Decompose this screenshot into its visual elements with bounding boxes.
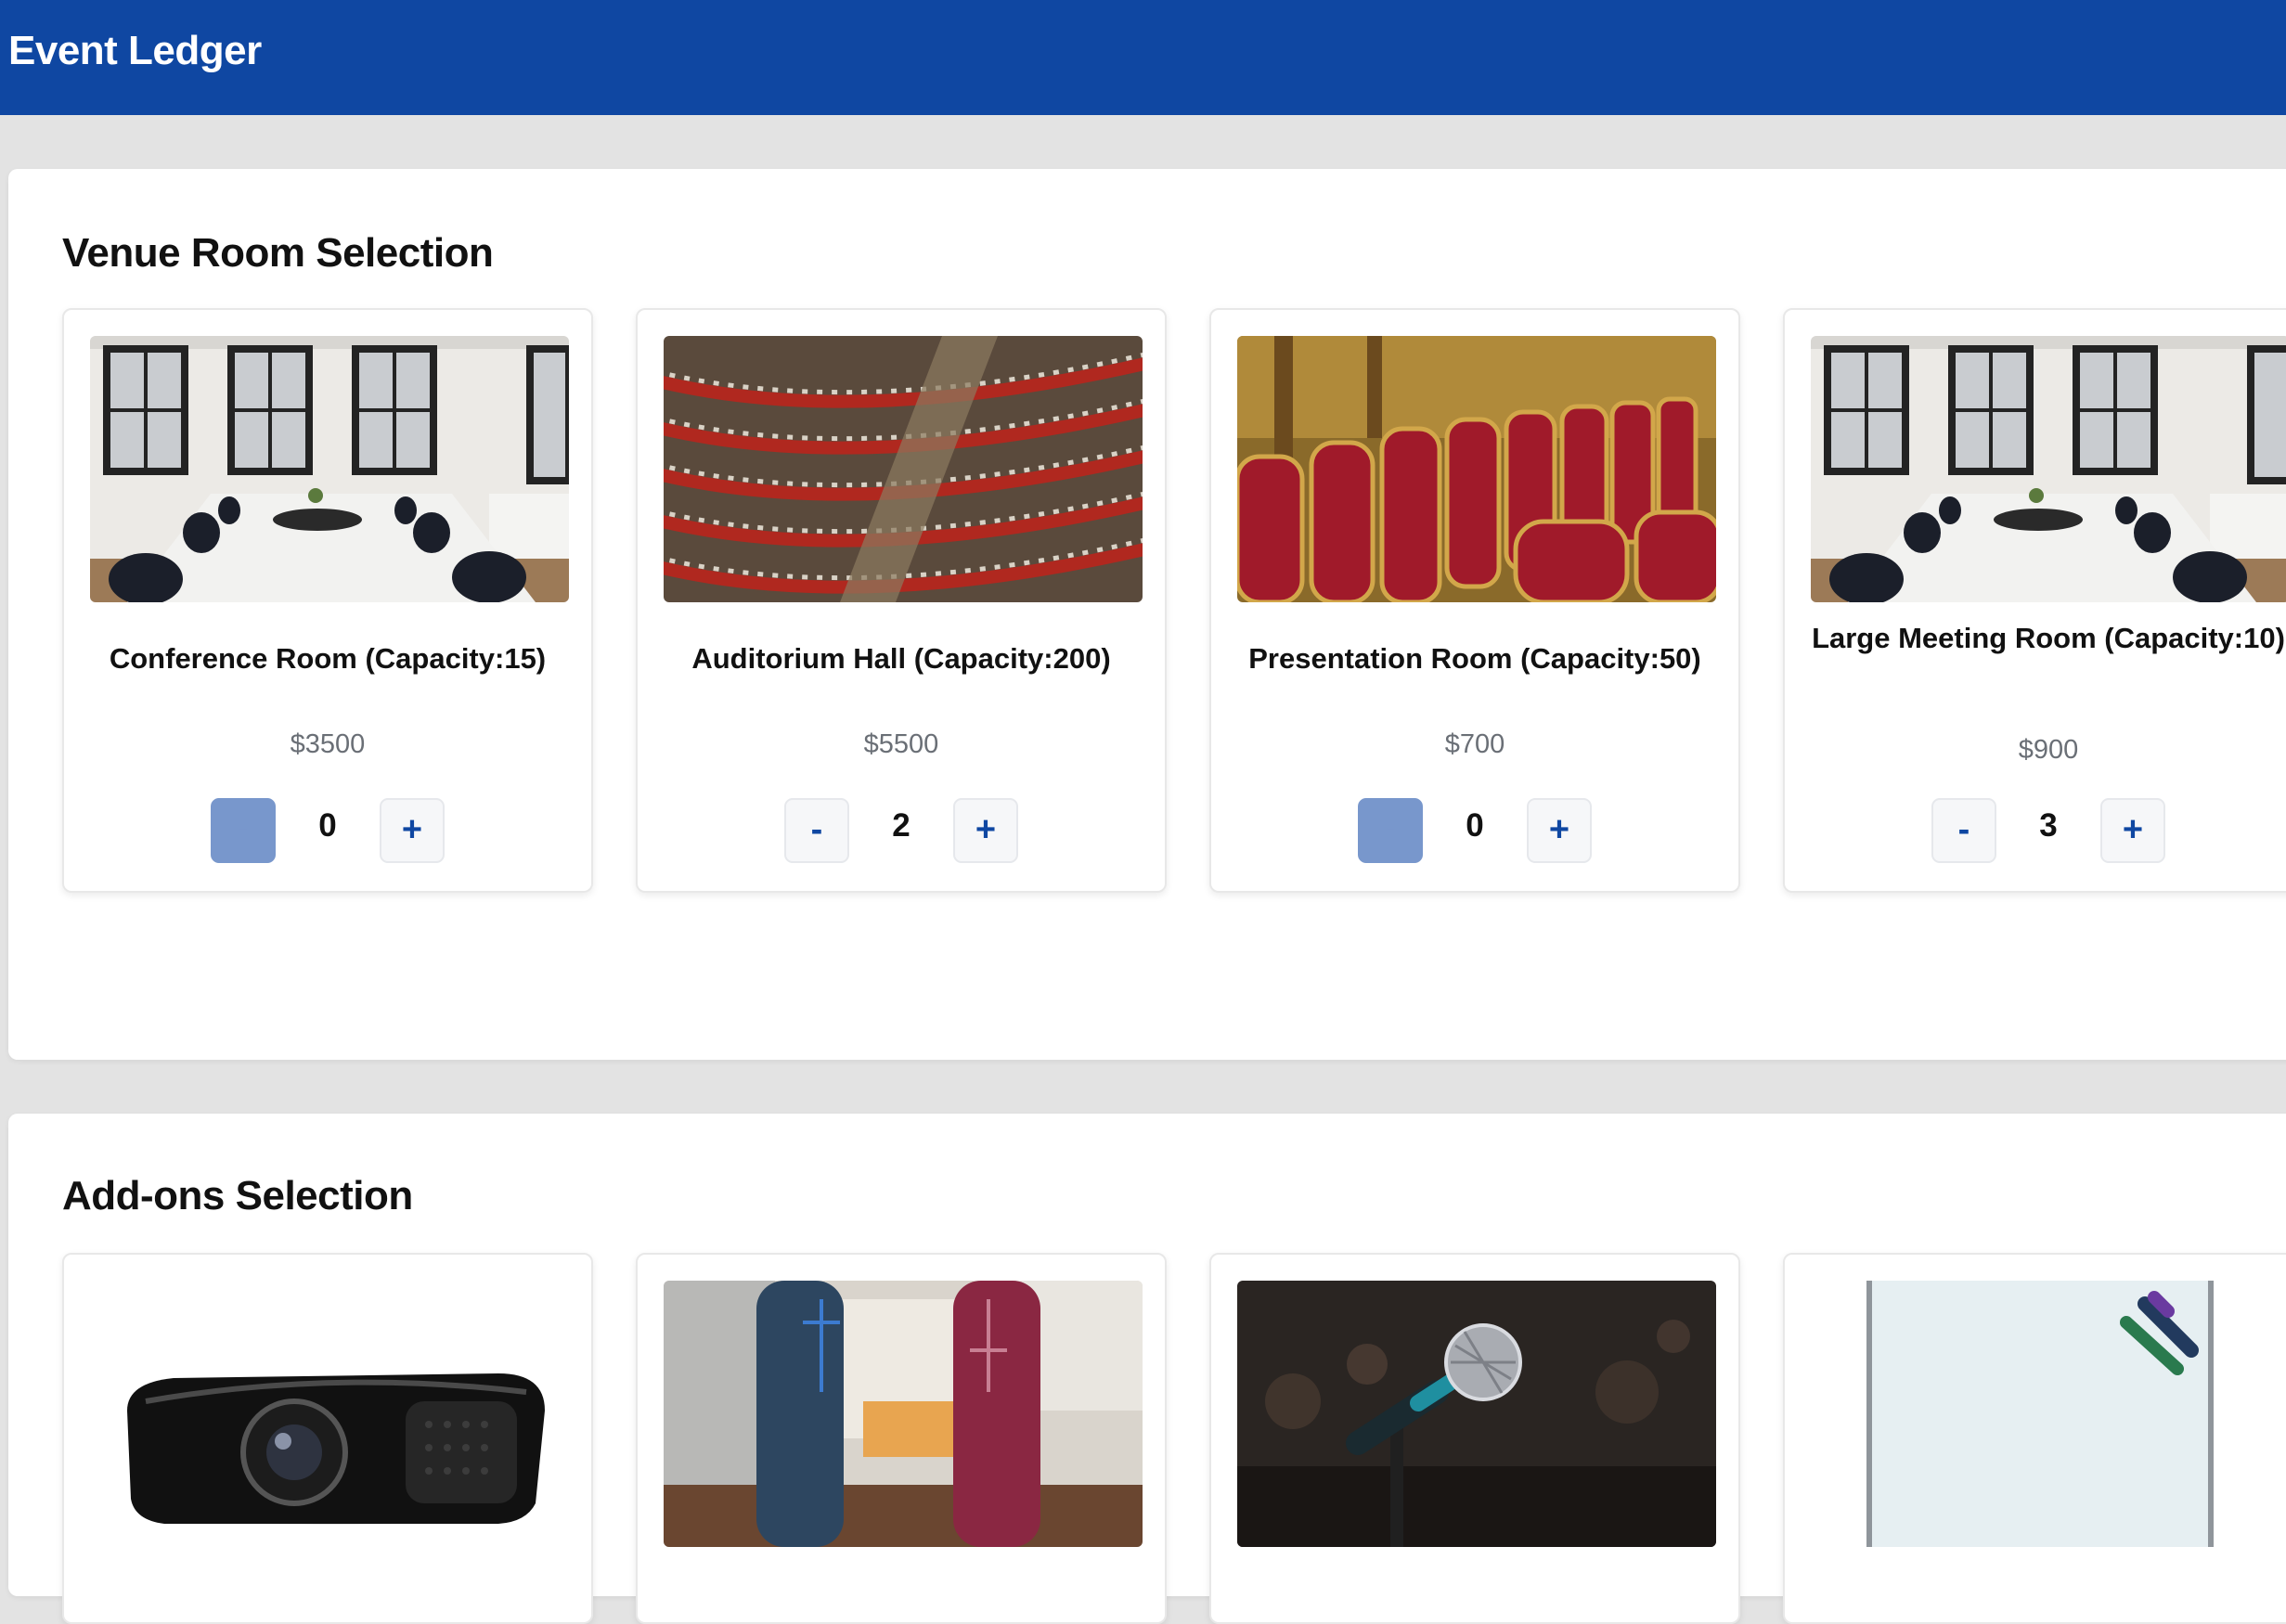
auditorium-hall-photo	[664, 336, 1143, 602]
venue-section-title: Venue Room Selection	[62, 230, 494, 276]
room-price: $3500	[290, 729, 366, 759]
addons-section: Add-ons Selection	[8, 1114, 2286, 1624]
quantity-stepper: - 3 +	[1785, 798, 2286, 865]
app-header: Event Ledger	[0, 0, 2286, 115]
quantity-stepper: - 0 +	[1211, 798, 1738, 865]
room-card-large-meeting: Large Meeting Room (Capacity:10) $900 - …	[1783, 308, 2286, 893]
addon-card-whiteboard	[1783, 1253, 2286, 1624]
room-name: Large Meeting Room (Capacity:10)	[1812, 622, 2285, 654]
room-name: Presentation Room (Capacity:50)	[1248, 642, 1701, 675]
quantity-stepper: - 2 +	[638, 798, 1165, 865]
increment-button[interactable]: +	[2100, 798, 2165, 863]
quantity-value: 0	[1466, 807, 1484, 844]
whiteboard-photo	[1811, 1281, 2286, 1547]
increment-button[interactable]: +	[380, 798, 445, 863]
conference-room-photo	[90, 336, 569, 602]
decrement-button[interactable]: -	[784, 798, 849, 863]
quantity-value: 2	[892, 807, 911, 844]
room-card-auditorium: Auditorium Hall (Capacity:200) $5500 - 2…	[636, 308, 1167, 893]
quantity-value: 3	[2039, 807, 2058, 844]
increment-button[interactable]: +	[953, 798, 1018, 863]
addon-card-projector	[62, 1253, 593, 1624]
addon-card-speakers	[636, 1253, 1167, 1624]
projector-photo	[90, 1281, 569, 1547]
addons-section-title: Add-ons Selection	[62, 1173, 413, 1218]
room-price: $5500	[863, 729, 939, 759]
quantity-stepper: - 0 +	[64, 798, 591, 865]
quantity-value: 0	[318, 807, 337, 844]
room-name: Auditorium Hall (Capacity:200)	[691, 642, 1111, 675]
increment-button[interactable]: +	[1527, 798, 1592, 863]
room-name: Conference Room (Capacity:15)	[109, 642, 547, 675]
room-price: $900	[2018, 735, 2079, 765]
presentation-room-photo	[1237, 336, 1716, 602]
addon-card-microphone	[1209, 1253, 1740, 1624]
app-title: Event Ledger	[8, 28, 262, 73]
room-card-conference: Conference Room (Capacity:15) $3500 - 0 …	[62, 308, 593, 893]
decrement-button[interactable]: -	[1931, 798, 1996, 863]
large-meeting-room-photo	[1811, 336, 2286, 602]
room-price: $700	[1444, 729, 1505, 759]
venue-section: Venue Room Selection Conference Room (Ca…	[8, 169, 2286, 1060]
decrement-button[interactable]: -	[211, 798, 276, 863]
microphone-photo	[1237, 1281, 1716, 1547]
decrement-button[interactable]: -	[1358, 798, 1423, 863]
speakers-photo	[664, 1281, 1143, 1547]
room-card-presentation: Presentation Room (Capacity:50) $700 - 0…	[1209, 308, 1740, 893]
